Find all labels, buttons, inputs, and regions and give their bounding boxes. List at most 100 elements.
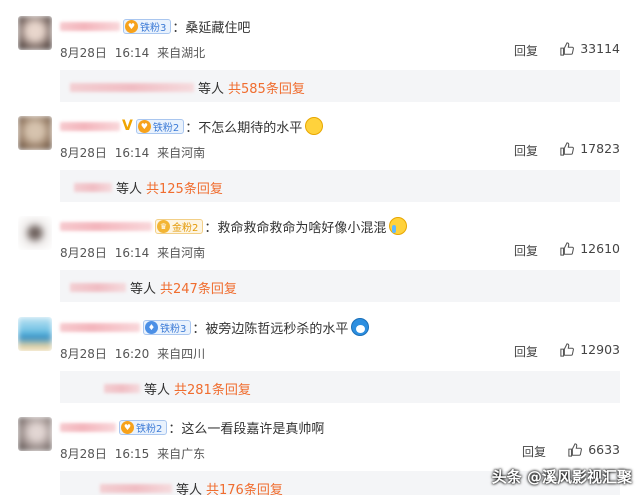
reply-deng: 等人 [198, 82, 225, 97]
fan-badge-icon: ♦ [145, 320, 158, 334]
like-button[interactable]: 17823 [560, 141, 620, 156]
fan-badge-label: 金粉2 [172, 222, 199, 234]
colon: ： [192, 321, 206, 337]
colon: ： [168, 421, 182, 437]
colon: ： [172, 20, 186, 36]
username[interactable] [60, 21, 120, 31]
like-button[interactable]: 33114 [560, 41, 620, 56]
comment-item: ♛ 金粉2 ： 救命救命救命为啥好像小混混 8月28日 16:14 来自河南 回复… [0, 204, 640, 304]
replier-names [74, 183, 112, 192]
reply-button[interactable]: 回复 [522, 443, 546, 460]
comment-date: 8月28日 [60, 447, 107, 461]
fan-badge-icon: ♥ [121, 420, 134, 434]
reply-total-link[interactable]: 共585条回复 [228, 78, 305, 97]
thumbs-up-icon [560, 141, 575, 156]
fan-badge: ♛ 金粉2 [155, 218, 204, 234]
avatar[interactable] [18, 16, 52, 50]
comment-meta: 8月28日 16:14 来自河南 [60, 144, 205, 161]
fan-badge-label: 铁粉3 [160, 323, 187, 335]
comment-meta: 8月28日 16:14 来自湖北 [60, 44, 205, 61]
comment-location: 来自四川 [157, 347, 206, 361]
like-count: 12903 [580, 342, 620, 357]
replier-names [70, 83, 194, 92]
thumbs-up-icon [560, 41, 575, 56]
comment-time: 16:14 [114, 146, 150, 160]
verified-icon: V [122, 118, 133, 134]
reply-summary[interactable]: 等人 共247条回复 [60, 270, 620, 302]
comment-time: 16:20 [114, 347, 150, 361]
avatar[interactable] [18, 116, 52, 150]
comment-location: 来自河南 [157, 246, 206, 260]
username[interactable] [60, 121, 120, 131]
like-button[interactable]: 12610 [560, 241, 620, 256]
comment-text: 救命救命救命为啥好像小混混 [217, 220, 387, 236]
like-button[interactable]: 12903 [560, 342, 620, 357]
like-count: 33114 [580, 41, 620, 56]
comment-text: 桑延藏住吧 [185, 20, 251, 36]
fan-badge-label: 铁粉2 [152, 122, 180, 134]
username[interactable] [60, 422, 116, 432]
reply-deng: 等人 [176, 483, 203, 495]
replier-names [100, 484, 172, 493]
comment-location: 来自河南 [157, 146, 206, 160]
fan-badge: ♥ 铁粉2 [119, 419, 168, 435]
comment-text: 这么一看段嘉许是真帅啊 [181, 421, 325, 437]
like-count: 6633 [588, 442, 620, 457]
watermark: 头条 @溪风影视汇聚 [491, 468, 632, 486]
comment-time: 16:15 [114, 447, 150, 461]
comment-location: 来自广东 [157, 447, 206, 461]
cry-emoji-icon [389, 217, 408, 235]
comment-date: 8月28日 [60, 246, 107, 260]
username[interactable] [60, 322, 140, 332]
reply-deng: 等人 [116, 182, 143, 197]
comment-text: 不怎么期待的水平 [198, 120, 303, 136]
fan-badge-label: 铁粉2 [136, 423, 163, 435]
reply-deng: 等人 [130, 282, 157, 297]
reply-button[interactable]: 回复 [514, 343, 538, 360]
reply-deng: 等人 [144, 383, 171, 398]
comment-time: 16:14 [114, 246, 150, 260]
comment-item: ♥ 铁粉3 ： 桑延藏住吧 8月28日 16:14 来自湖北 回复 33114 等… [0, 4, 640, 104]
reply-button[interactable]: 回复 [514, 142, 538, 159]
avatar[interactable] [18, 216, 52, 250]
colon: ： [185, 120, 199, 136]
thumbs-up-icon [560, 342, 575, 357]
comment-item: ♦ 铁粉3 ： 被旁边陈哲远秒杀的水平 8月28日 16:20 来自四川 回复 1… [0, 305, 640, 405]
reply-button[interactable]: 回复 [514, 242, 538, 259]
fan-badge-icon: ♛ [157, 219, 170, 233]
comment-location: 来自湖北 [157, 46, 206, 60]
like-count: 12610 [580, 241, 620, 256]
fan-badge: ♥ 铁粉2 [135, 118, 185, 134]
username[interactable] [60, 221, 152, 231]
fan-badge-icon: ♥ [137, 119, 151, 133]
reply-summary[interactable]: 等人 共125条回复 [60, 170, 620, 202]
comment-date: 8月28日 [60, 347, 107, 361]
comment-meta: 8月28日 16:20 来自四川 [60, 345, 205, 362]
comment-time: 16:14 [114, 46, 150, 60]
reply-total-link[interactable]: 共281条回复 [174, 379, 251, 398]
reply-total-link[interactable]: 共125条回复 [146, 178, 223, 197]
thumbs-up-icon [568, 442, 583, 457]
comment-meta: 8月28日 16:14 来自河南 [60, 244, 205, 261]
comment-text: 被旁边陈哲远秒杀的水平 [205, 321, 349, 337]
avatar[interactable] [18, 317, 52, 351]
thumbs-up-icon [560, 241, 575, 256]
fan-badge-icon: ♥ [125, 19, 138, 33]
comment-date: 8月28日 [60, 46, 107, 60]
like-count: 17823 [580, 141, 620, 156]
comment-item: V ♥ 铁粉2 ： 不怎么期待的水平 8月28日 16:14 来自河南 回复 17… [0, 104, 640, 204]
comment-meta: 8月28日 16:15 来自广东 [60, 445, 205, 462]
like-button[interactable]: 6633 [568, 442, 620, 457]
smile-emoji-icon [305, 117, 324, 135]
colon: ： [204, 220, 218, 236]
fan-badge: ♥ 铁粉3 [123, 18, 172, 34]
avatar[interactable] [18, 417, 52, 451]
reply-total-link[interactable]: 共176条回复 [206, 479, 283, 495]
fan-badge: ♦ 铁粉3 [143, 319, 192, 335]
reply-total-link[interactable]: 共247条回复 [160, 278, 237, 297]
reply-summary[interactable]: 等人 共281条回复 [60, 371, 620, 403]
doraemon-emoji-icon [351, 318, 370, 336]
replier-names [104, 384, 140, 393]
reply-button[interactable]: 回复 [514, 42, 538, 59]
reply-summary[interactable]: 等人 共585条回复 [60, 70, 620, 102]
